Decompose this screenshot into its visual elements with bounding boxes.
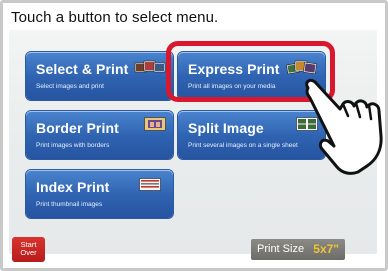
split-image-description: Print several images on a single sheet — [188, 142, 298, 149]
print-size-button[interactable]: Print Size 5x7" — [251, 239, 345, 260]
select-print-description: Select images and print — [36, 83, 104, 90]
select-print-button[interactable]: Select & Print Select images and print — [26, 52, 173, 100]
bordered-photo-icon — [144, 117, 166, 131]
thumbnail-sheet-icon — [139, 178, 161, 191]
split-image-label: Split Image — [188, 120, 264, 136]
select-print-label: Select & Print — [36, 61, 129, 77]
start-over-label-line2: Over — [20, 248, 37, 257]
screen-instruction: Touch a button to select menu. — [11, 9, 219, 26]
index-print-button[interactable]: Index Print Print thumbnail images — [26, 170, 173, 218]
print-size-value: 5x7" — [313, 242, 339, 256]
pointing-hand-icon — [305, 78, 383, 175]
border-print-label: Border Print — [36, 120, 119, 136]
photo-stack-icon — [134, 60, 166, 73]
border-print-button[interactable]: Border Print Print images with borders — [26, 111, 173, 159]
print-size-label: Print Size — [257, 243, 305, 255]
start-over-button[interactable]: Start Over — [12, 237, 45, 262]
index-print-label: Index Print — [36, 179, 110, 195]
border-print-description: Print images with borders — [36, 142, 110, 149]
index-print-description: Print thumbnail images — [36, 201, 103, 208]
